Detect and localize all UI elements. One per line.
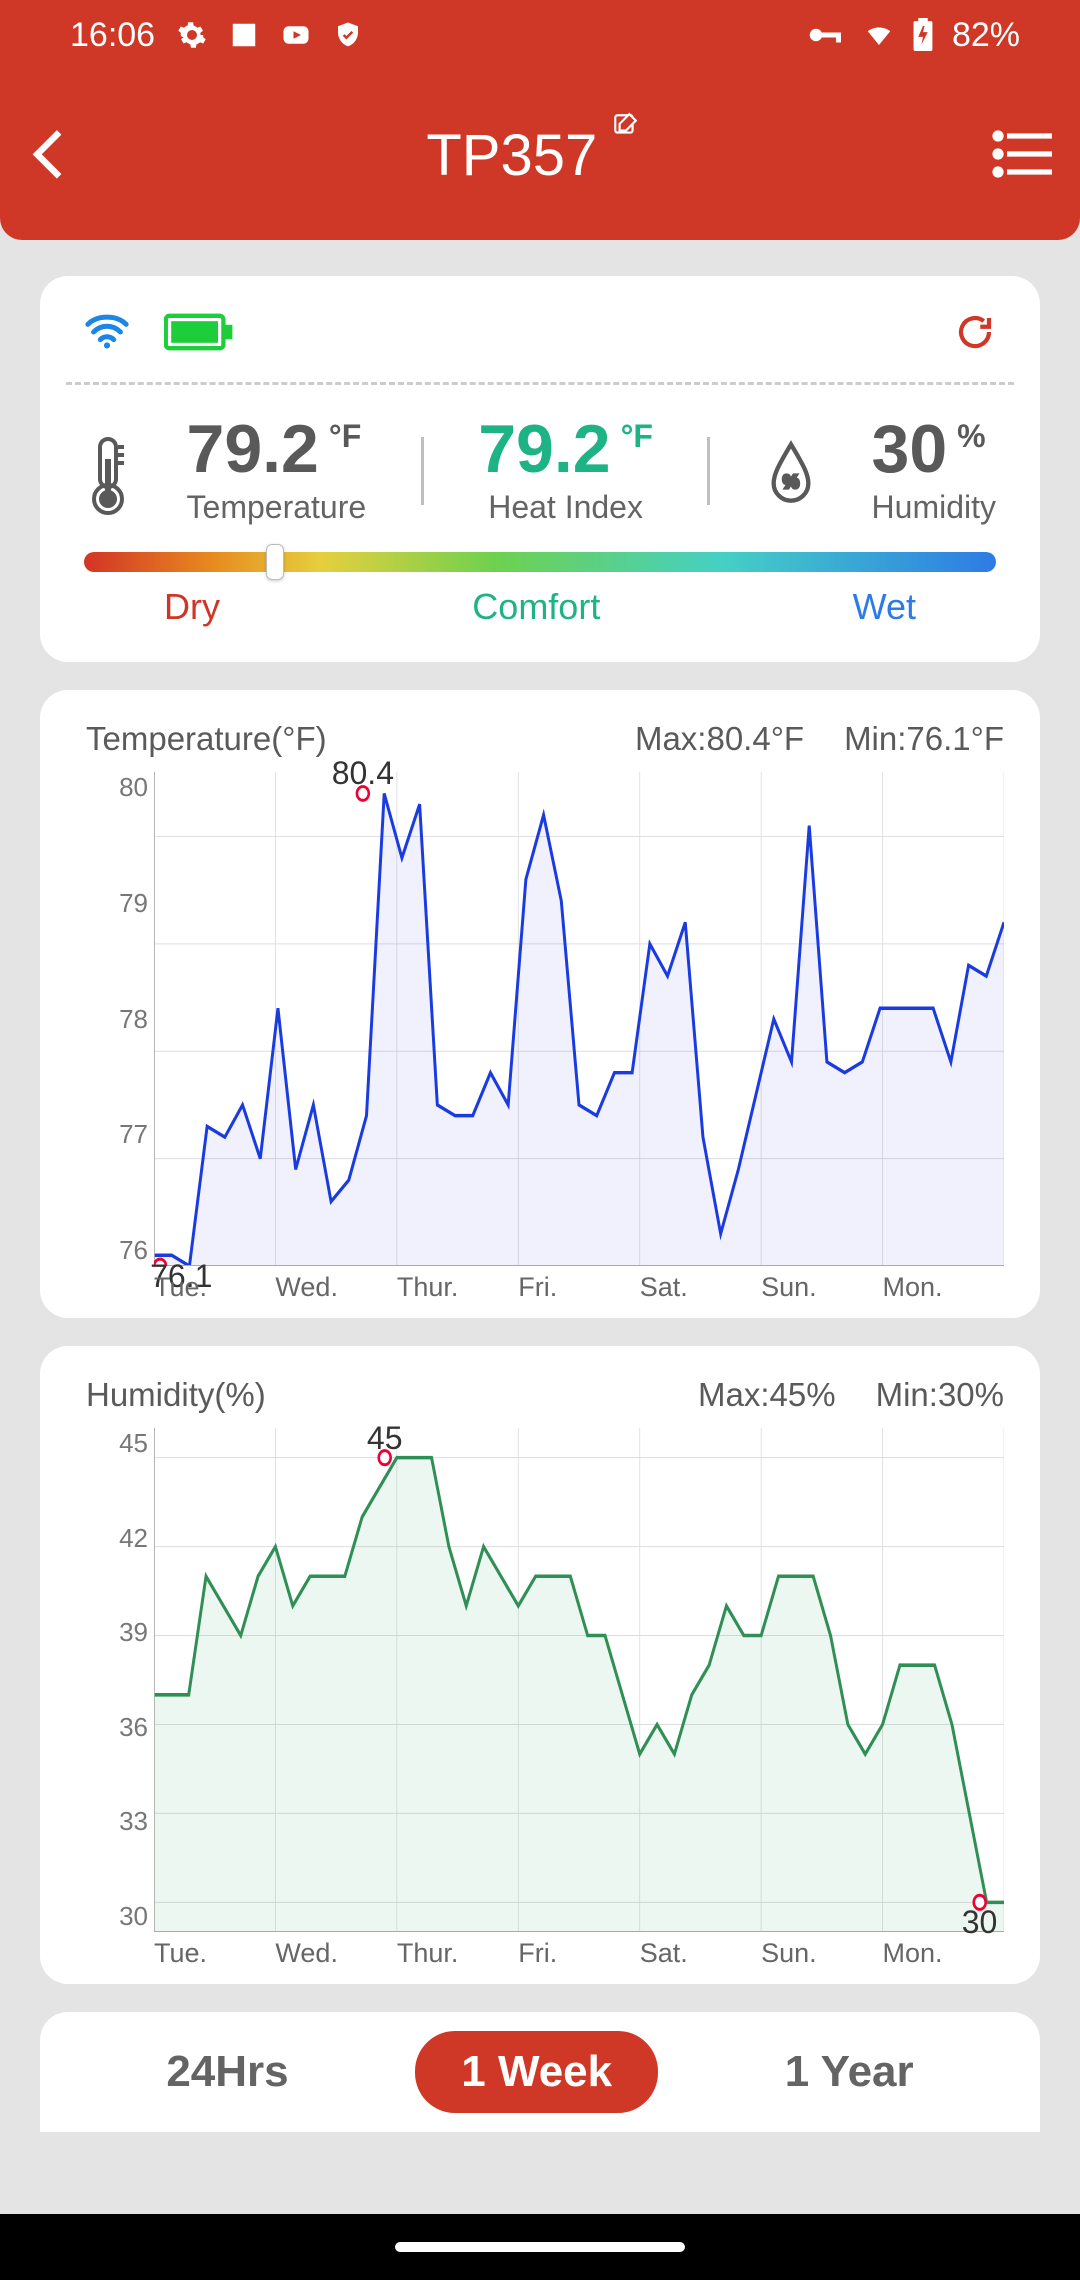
thermometer-icon	[84, 435, 132, 507]
temp-unit: °F	[329, 418, 361, 455]
heat-label: Heat Index	[488, 489, 643, 526]
comfort-gradient	[84, 552, 996, 572]
temp-chart-min: Min:76.1°F	[844, 720, 1004, 758]
title-wrap: TP357	[72, 122, 992, 189]
range-tabs: 24Hrs 1 Week 1 Year	[40, 2012, 1040, 2132]
hum-unit: %	[957, 418, 985, 455]
svg-text:%: %	[783, 471, 798, 491]
android-status-bar: 16:06 82%	[0, 0, 1080, 70]
key-icon	[806, 20, 846, 50]
hum-y-axis: 454239363330	[86, 1428, 154, 1932]
menu-button[interactable]	[992, 130, 1052, 180]
page-title: TP357	[426, 122, 597, 189]
separator	[707, 437, 710, 505]
refresh-button[interactable]	[954, 311, 996, 358]
metric-heat-index: 79.2 °F Heat Index	[478, 415, 653, 526]
hum-value: 30	[872, 415, 948, 483]
back-button[interactable]	[28, 125, 72, 185]
hum-plot-area: 4530	[154, 1428, 1004, 1932]
status-battery: 82%	[952, 16, 1020, 55]
hum-chart-min: Min:30%	[876, 1376, 1004, 1414]
device-battery-icon	[164, 313, 236, 356]
hum-chart-title: Humidity(%)	[86, 1376, 698, 1414]
comfort-handle	[266, 544, 284, 580]
gear-icon	[177, 20, 207, 50]
hum-label: Humidity	[872, 489, 996, 526]
device-status-card: 79.2 °F Temperature 79.2 °F Heat Index %…	[40, 276, 1040, 662]
heat-unit: °F	[621, 418, 653, 455]
temp-plot-area: 80.476.1	[154, 772, 1004, 1266]
temp-chart-max: Max:80.4°F	[635, 720, 804, 758]
droplet-icon: %	[765, 440, 817, 502]
status-left: 16:06	[70, 16, 363, 55]
temp-chart-title: Temperature(°F)	[86, 720, 635, 758]
youtube-icon	[281, 20, 311, 50]
range-tab-1 year[interactable]: 1 Year	[739, 2031, 960, 2113]
temp-chart[interactable]: 8079787776 80.476.1 Tue.Wed.Thur.Fri.Sat…	[86, 772, 1004, 1312]
temp-y-axis: 8079787776	[86, 772, 154, 1266]
temp-x-axis: Tue.Wed.Thur.Fri.Sat.Sun.Mon.	[154, 1272, 1004, 1312]
battery-charging-icon	[912, 18, 934, 52]
label-dry: Dry	[164, 586, 220, 628]
range-tab-1 week[interactable]: 1 Week	[415, 2031, 658, 2113]
device-status-row	[84, 304, 996, 364]
square-icon	[229, 20, 259, 50]
metric-humidity: 30 % Humidity	[872, 415, 996, 526]
home-pill[interactable]	[395, 2242, 685, 2252]
metrics-row: 79.2 °F Temperature 79.2 °F Heat Index %…	[84, 415, 996, 546]
temperature-chart-card: Temperature(°F) Max:80.4°F Min:76.1°F 80…	[40, 690, 1040, 1318]
comfort-labels: Dry Comfort Wet	[84, 586, 996, 628]
temp-value: 79.2	[187, 415, 319, 483]
wifi-icon	[864, 20, 894, 50]
hum-chart-max: Max:45%	[698, 1376, 836, 1414]
separator	[421, 437, 424, 505]
app-bar: TP357	[0, 70, 1080, 240]
range-tab-24hrs[interactable]: 24Hrs	[120, 2031, 334, 2113]
metric-temperature: 79.2 °F Temperature	[187, 415, 367, 526]
divider	[66, 382, 1014, 385]
humidity-chart-card: Humidity(%) Max:45% Min:30% 454239363330…	[40, 1346, 1040, 1984]
hum-chart[interactable]: 454239363330 4530 Tue.Wed.Thur.Fri.Sat.S…	[86, 1428, 1004, 1978]
edit-title-icon[interactable]	[612, 112, 638, 143]
page-content: 79.2 °F Temperature 79.2 °F Heat Index %…	[0, 240, 1080, 2132]
signal-icon	[84, 312, 130, 357]
label-wet: Wet	[853, 586, 916, 628]
shield-check-icon	[333, 20, 363, 50]
status-time: 16:06	[70, 16, 155, 55]
heat-value: 79.2	[478, 415, 610, 483]
android-nav-bar	[0, 2214, 1080, 2280]
status-right: 82%	[806, 16, 1020, 55]
label-comfort: Comfort	[472, 586, 600, 628]
hum-x-axis: Tue.Wed.Thur.Fri.Sat.Sun.Mon.	[154, 1938, 1004, 1978]
temp-label: Temperature	[187, 489, 367, 526]
